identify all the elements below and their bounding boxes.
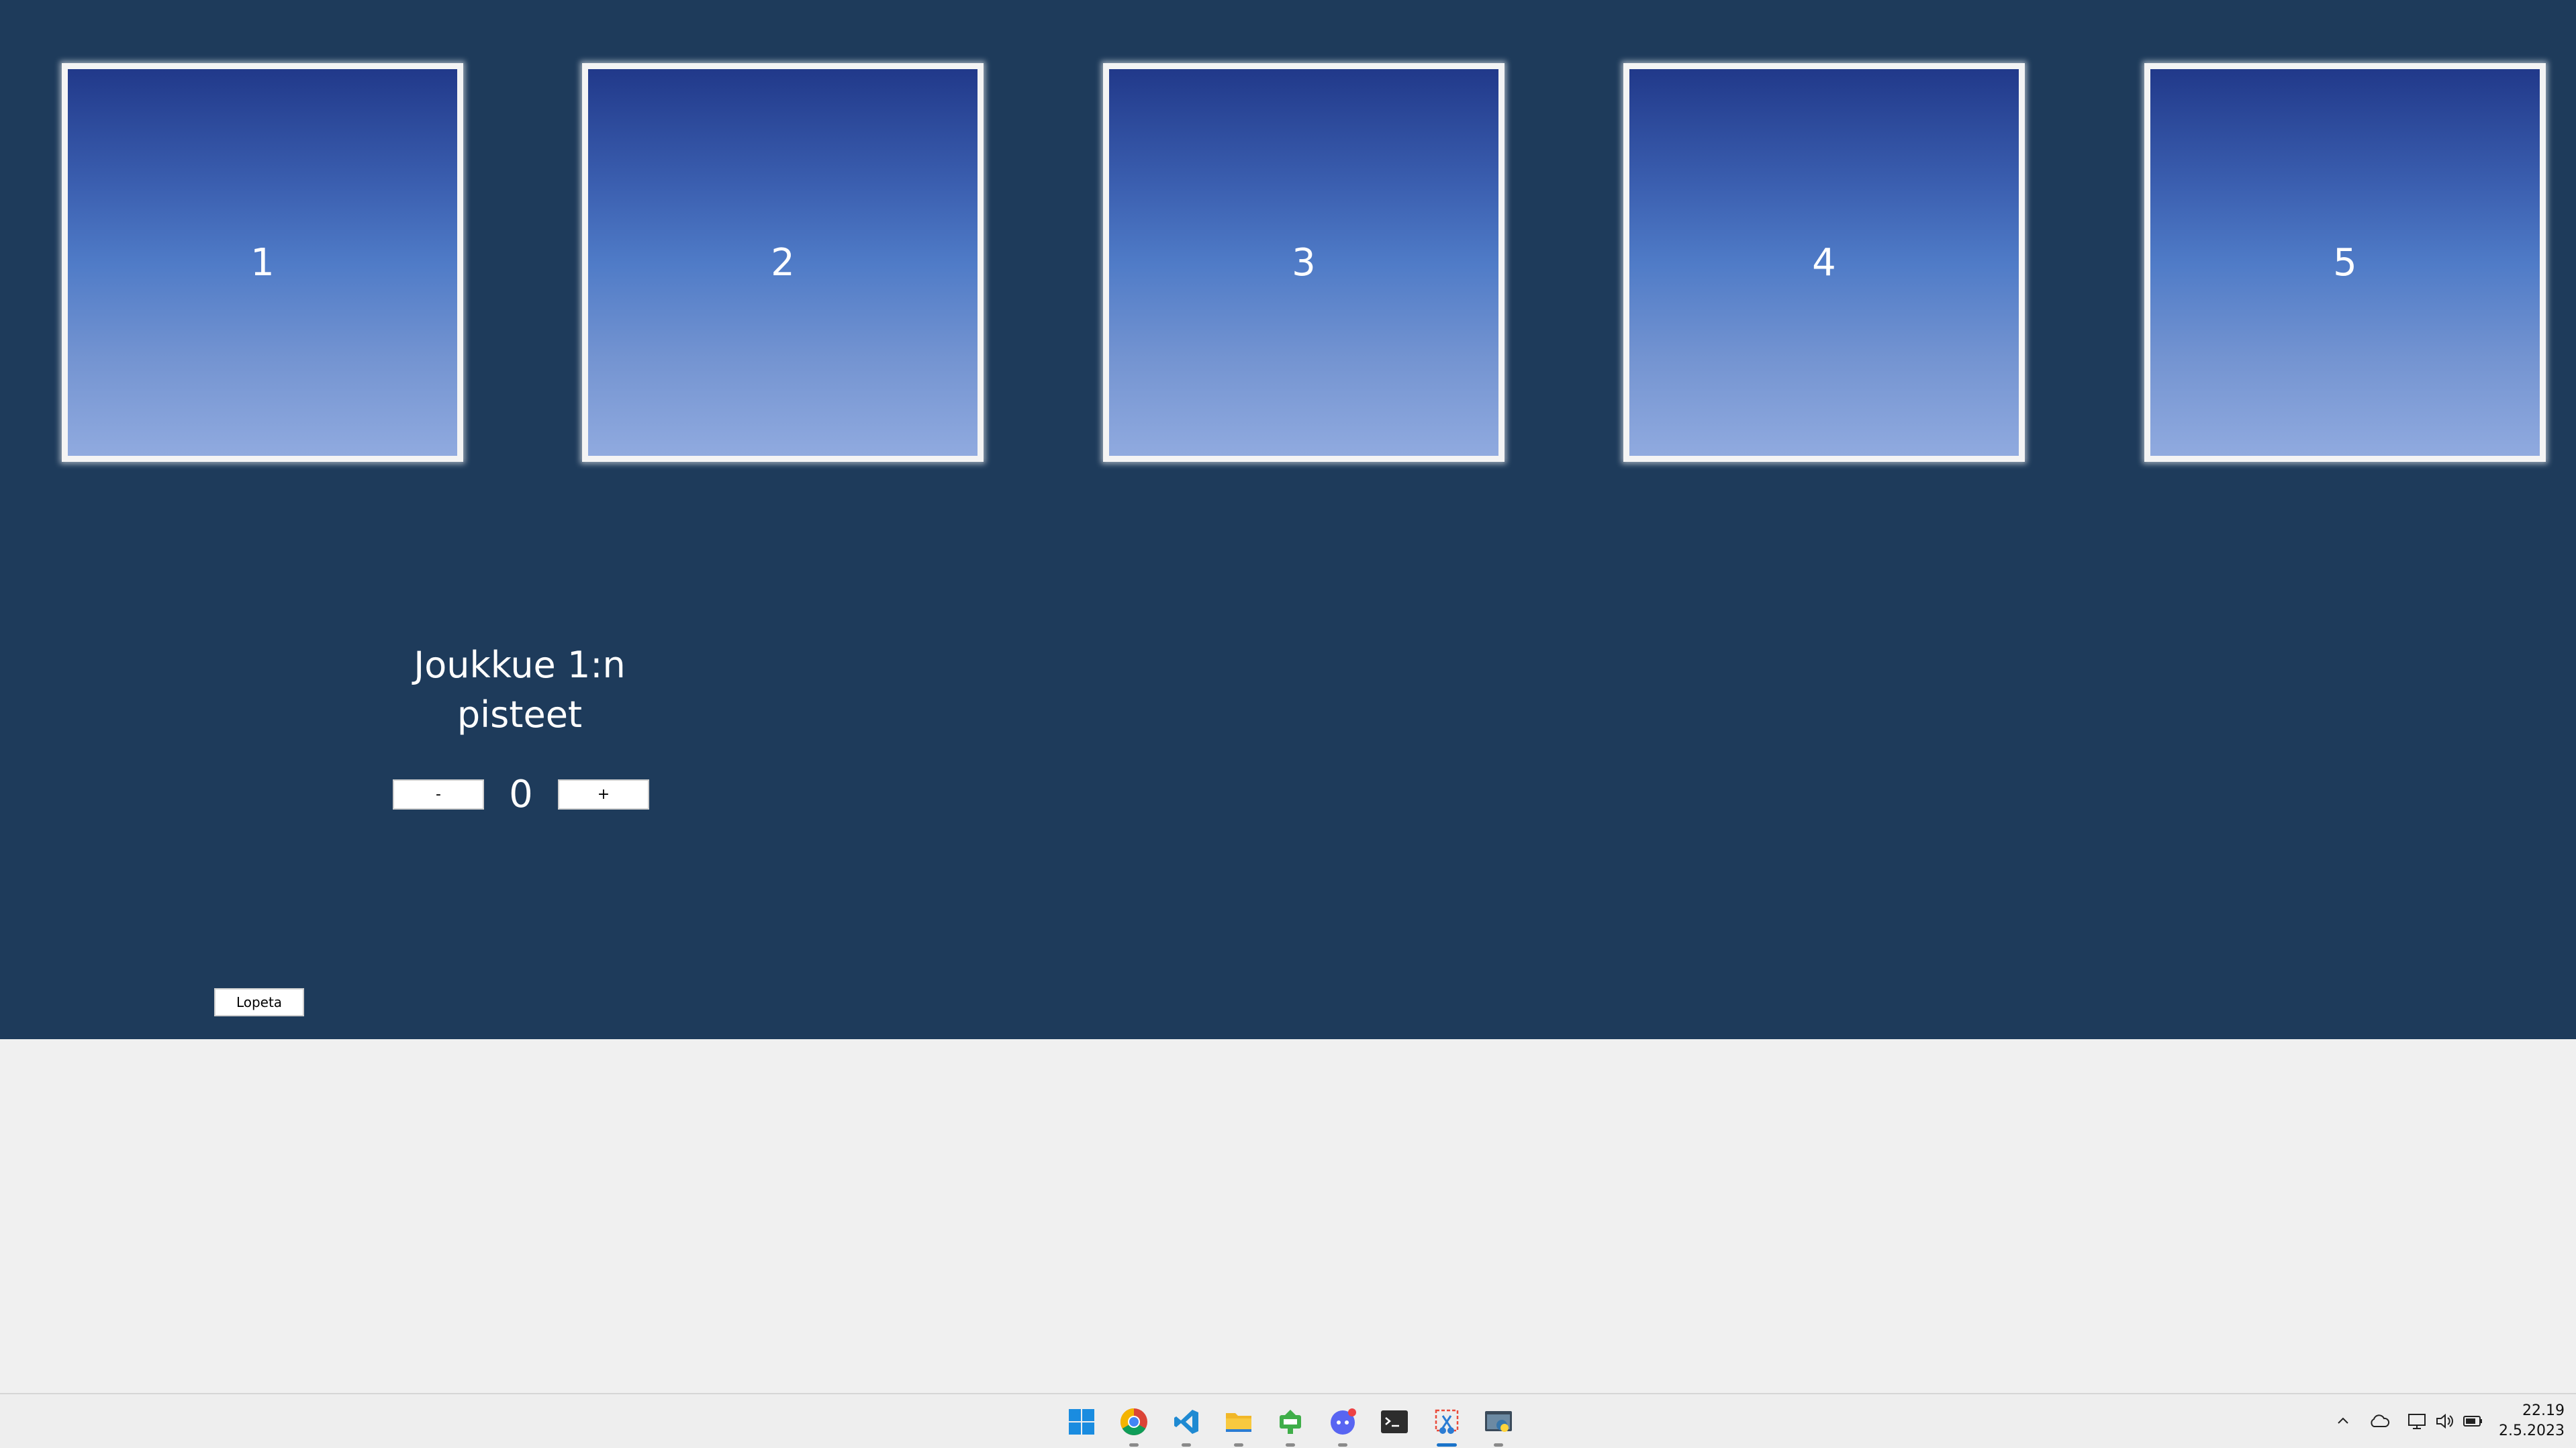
score-value: 0 — [509, 773, 533, 816]
question-card-1[interactable]: 1 — [62, 63, 463, 462]
volume-icon[interactable] — [2433, 1409, 2457, 1433]
taskbar: 22.19 2.5.2023 — [0, 1393, 2576, 1448]
system-clock[interactable]: 22.19 2.5.2023 — [2484, 1401, 2565, 1441]
discord-icon[interactable] — [1327, 1406, 1358, 1447]
card-label: 4 — [1812, 240, 1836, 285]
chevron-up-icon[interactable] — [2331, 1409, 2355, 1433]
question-card-4[interactable]: 4 — [1623, 63, 2025, 462]
cloud-icon[interactable] — [2367, 1409, 2391, 1433]
card-label: 3 — [1292, 240, 1316, 285]
green-app-icon[interactable] — [1275, 1406, 1306, 1447]
quit-button[interactable]: Lopeta — [214, 988, 304, 1016]
vscode-icon[interactable] — [1171, 1406, 1202, 1447]
team-score-title: Joukkue 1:n pisteet — [385, 640, 654, 740]
question-card-5[interactable]: 5 — [2144, 63, 2546, 462]
team-score-title-line1: Joukkue 1:n — [414, 644, 626, 686]
battery-icon[interactable] — [2461, 1409, 2485, 1433]
snipping-tool-icon[interactable] — [1431, 1406, 1462, 1447]
chrome-icon[interactable] — [1118, 1406, 1149, 1447]
clock-time: 22.19 — [2522, 1402, 2565, 1419]
increase-score-button[interactable]: + — [558, 779, 649, 810]
network-icon[interactable] — [2405, 1409, 2429, 1433]
windows-start-icon[interactable] — [1066, 1406, 1097, 1437]
file-explorer-icon[interactable] — [1223, 1406, 1254, 1447]
python-app-icon[interactable] — [1483, 1406, 1514, 1447]
clock-date: 2.5.2023 — [2499, 1422, 2565, 1439]
card-label: 1 — [250, 240, 275, 285]
question-card-3[interactable]: 3 — [1103, 63, 1505, 462]
card-label: 5 — [2333, 240, 2357, 285]
decrease-score-button[interactable]: - — [393, 779, 484, 810]
question-card-2[interactable]: 2 — [582, 63, 984, 462]
team-score-title-line2: pisteet — [457, 693, 583, 736]
terminal-icon[interactable] — [1379, 1406, 1410, 1437]
card-label: 2 — [771, 240, 795, 285]
game-window: 1 2 3 4 5 Joukkue 1:n pisteet - 0 + Lope… — [0, 0, 2576, 1039]
